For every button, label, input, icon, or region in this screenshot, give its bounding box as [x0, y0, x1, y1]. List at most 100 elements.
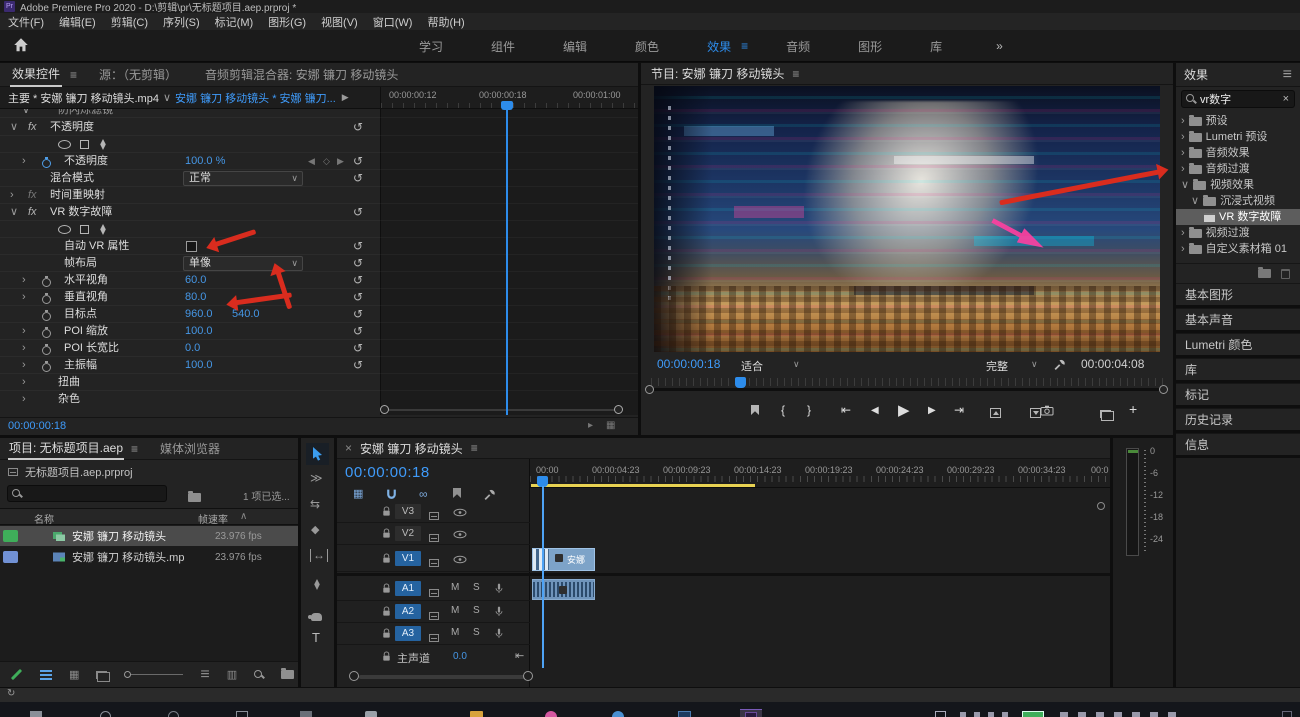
project-item-sequence[interactable]: 安娜 镰刀 移动镜头 23.976 fps	[0, 526, 298, 546]
fx-row-blend-mode[interactable]: 混合模式 正常 ∨ ↺	[0, 170, 638, 187]
tree-item-video-transitions[interactable]: › 视频过渡	[1176, 225, 1300, 241]
reset-effect-icon[interactable]: ↺	[353, 204, 363, 220]
tree-item-audio-effects[interactable]: › 音频效果	[1176, 145, 1300, 161]
timeline-ruler[interactable]: 00:00 00:00:04:23 00:00:09:23 00:00:14:2…	[530, 459, 1110, 488]
track-label[interactable]: V3	[395, 504, 421, 519]
sync-lock-icon[interactable]	[429, 534, 439, 542]
sync-lock-icon[interactable]	[429, 612, 439, 620]
search-bin-icon[interactable]	[188, 491, 201, 502]
taskbar-app-icon[interactable]	[545, 711, 557, 717]
reset-param-icon[interactable]: ↺	[353, 340, 363, 356]
param-value[interactable]: 80.0	[185, 289, 206, 306]
linked-selection-icon[interactable]: ∞	[419, 487, 428, 501]
tree-item-vr-digital-glitch[interactable]: VR 数字故障	[1176, 209, 1300, 225]
reset-effect-icon[interactable]: ↺	[353, 119, 363, 135]
settings-wrench-icon[interactable]	[1053, 358, 1066, 371]
zoom-slider-knob[interactable]	[124, 671, 132, 678]
chevron-right-icon[interactable]: ›	[22, 289, 26, 306]
rect-mask-icon[interactable]	[80, 139, 89, 149]
stopwatch-icon[interactable]	[42, 327, 51, 338]
track-label[interactable]: A1	[395, 581, 421, 596]
program-video-frame[interactable]	[654, 86, 1160, 352]
zoom-level-dropdown[interactable]: 适合	[741, 358, 763, 374]
program-timecode[interactable]: 00:00:00:18	[657, 357, 720, 371]
program-monitor-menu-icon[interactable]: ≡	[792, 67, 799, 81]
mark-in-icon[interactable]: {	[781, 403, 785, 417]
sequence-clip-label[interactable]: 安娜 镰刀 移动镜头 * 安娜 镰刀...	[175, 90, 336, 106]
menu-file[interactable]: 文件(F)	[8, 14, 44, 30]
playback-resolution-dropdown-icon[interactable]: ∨	[1031, 359, 1038, 370]
add-keyframe-icon[interactable]: ◇	[323, 153, 330, 170]
voiceover-mic-icon[interactable]	[493, 627, 505, 640]
sync-status-icon[interactable]: ↻	[7, 688, 15, 699]
new-bin-icon[interactable]	[281, 668, 295, 679]
track-visibility-eye-icon[interactable]	[453, 508, 467, 517]
solo-button[interactable]: S	[473, 605, 480, 616]
chevron-down-icon[interactable]: ∨	[10, 204, 18, 221]
timeline-add-marker-icon[interactable]	[453, 488, 461, 498]
solo-button[interactable]: S	[473, 582, 480, 593]
menu-help[interactable]: 帮助(H)	[427, 14, 464, 30]
menu-clip[interactable]: 剪辑(C)	[111, 14, 148, 30]
stopwatch-icon[interactable]	[42, 293, 51, 304]
panel-tab-essential-graphics[interactable]: 基本图形	[1176, 283, 1300, 305]
lock-icon[interactable]	[381, 528, 392, 539]
rect-mask-icon[interactable]	[80, 224, 89, 234]
button-editor-icon[interactable]: +	[1129, 401, 1137, 417]
master-clip-dropdown-icon[interactable]: ∨	[163, 91, 171, 104]
project-writable-icon[interactable]	[10, 668, 23, 681]
taskbar-folder-icon[interactable]	[470, 711, 483, 717]
tree-item-presets[interactable]: › 预设	[1176, 113, 1300, 129]
label-color-chip[interactable]	[3, 530, 18, 542]
reset-param-icon[interactable]: ↺	[353, 306, 363, 322]
comparison-view-icon[interactable]	[1099, 410, 1114, 421]
chevron-right-icon[interactable]: ›	[1181, 145, 1185, 161]
track-visibility-eye-icon[interactable]	[453, 530, 467, 539]
go-to-in-icon[interactable]: ⇤	[841, 403, 851, 417]
track-header-v3[interactable]: V3	[337, 502, 530, 523]
reset-param-icon[interactable]: ↺	[353, 238, 363, 254]
column-header-framerate[interactable]: 帧速率	[198, 511, 228, 526]
new-custom-bin-icon[interactable]	[1258, 267, 1271, 278]
workspace-tab-editing[interactable]: 编辑	[539, 38, 611, 55]
lock-icon[interactable]	[381, 553, 392, 564]
tray-icons[interactable]	[960, 712, 1010, 717]
pen-mask-icon[interactable]	[98, 223, 108, 236]
filmstrip-icon[interactable]: ▥	[227, 668, 237, 681]
tray-battery-icon[interactable]	[1022, 711, 1044, 717]
effects-panel-title[interactable]: 效果	[1184, 66, 1208, 83]
workspace-tab-color[interactable]: 颜色	[611, 38, 683, 55]
ellipse-mask-icon[interactable]	[58, 139, 71, 149]
track-header-master[interactable]: 主声道 0.0 ⇤	[337, 648, 530, 666]
fx-row-antiflicker-partial[interactable]: ∨ 防闪烁滤镜	[0, 109, 638, 118]
work-area-bar[interactable]	[531, 484, 755, 487]
stopwatch-icon[interactable]	[42, 157, 51, 168]
tree-item-custom-bin[interactable]: › 自定义素材箱 01	[1176, 241, 1300, 257]
timeline-settings-wrench-icon[interactable]	[483, 488, 496, 501]
workspace-overflow-button[interactable]: »	[966, 39, 1033, 53]
track-label[interactable]: V2	[395, 526, 421, 541]
reset-param-icon[interactable]: ↺	[353, 170, 363, 186]
track-visibility-eye-icon[interactable]	[453, 555, 467, 564]
chevron-right-icon[interactable]: ›	[22, 323, 26, 340]
list-view-icon[interactable]	[40, 669, 52, 680]
chevron-down-icon[interactable]: ∨	[22, 109, 30, 117]
chevron-right-icon[interactable]: ›	[22, 391, 26, 408]
step-back-icon[interactable]: ◀	[871, 405, 879, 416]
reset-param-icon[interactable]: ↺	[353, 323, 363, 339]
timeline-zoom-handle-right[interactable]	[523, 671, 533, 681]
sync-lock-icon[interactable]	[429, 559, 439, 567]
workspace-tab-effects-menu-icon[interactable]: ≡	[741, 39, 748, 53]
ec-hscroll-handle-left[interactable]	[380, 405, 389, 414]
tool-slip[interactable]: ↔	[310, 549, 328, 562]
tool-track-select[interactable]: ≫	[310, 471, 323, 485]
fx-row-poi-scale[interactable]: › POI 缩放 100.0 ↺	[0, 323, 638, 340]
sort-icons-button[interactable]: ≡	[200, 666, 209, 684]
next-keyframe-icon[interactable]: ▶	[337, 153, 344, 170]
param-value[interactable]: 100.0	[185, 357, 213, 374]
track-header-v2[interactable]: V2	[337, 524, 530, 545]
snap-magnet-icon[interactable]	[385, 488, 398, 501]
taskbar-taskview-icon[interactable]	[236, 711, 248, 717]
taskbar-cortana-icon[interactable]	[168, 711, 179, 717]
program-monitor-tab[interactable]: 节目: 安娜 镰刀 移动镜头	[651, 65, 784, 82]
